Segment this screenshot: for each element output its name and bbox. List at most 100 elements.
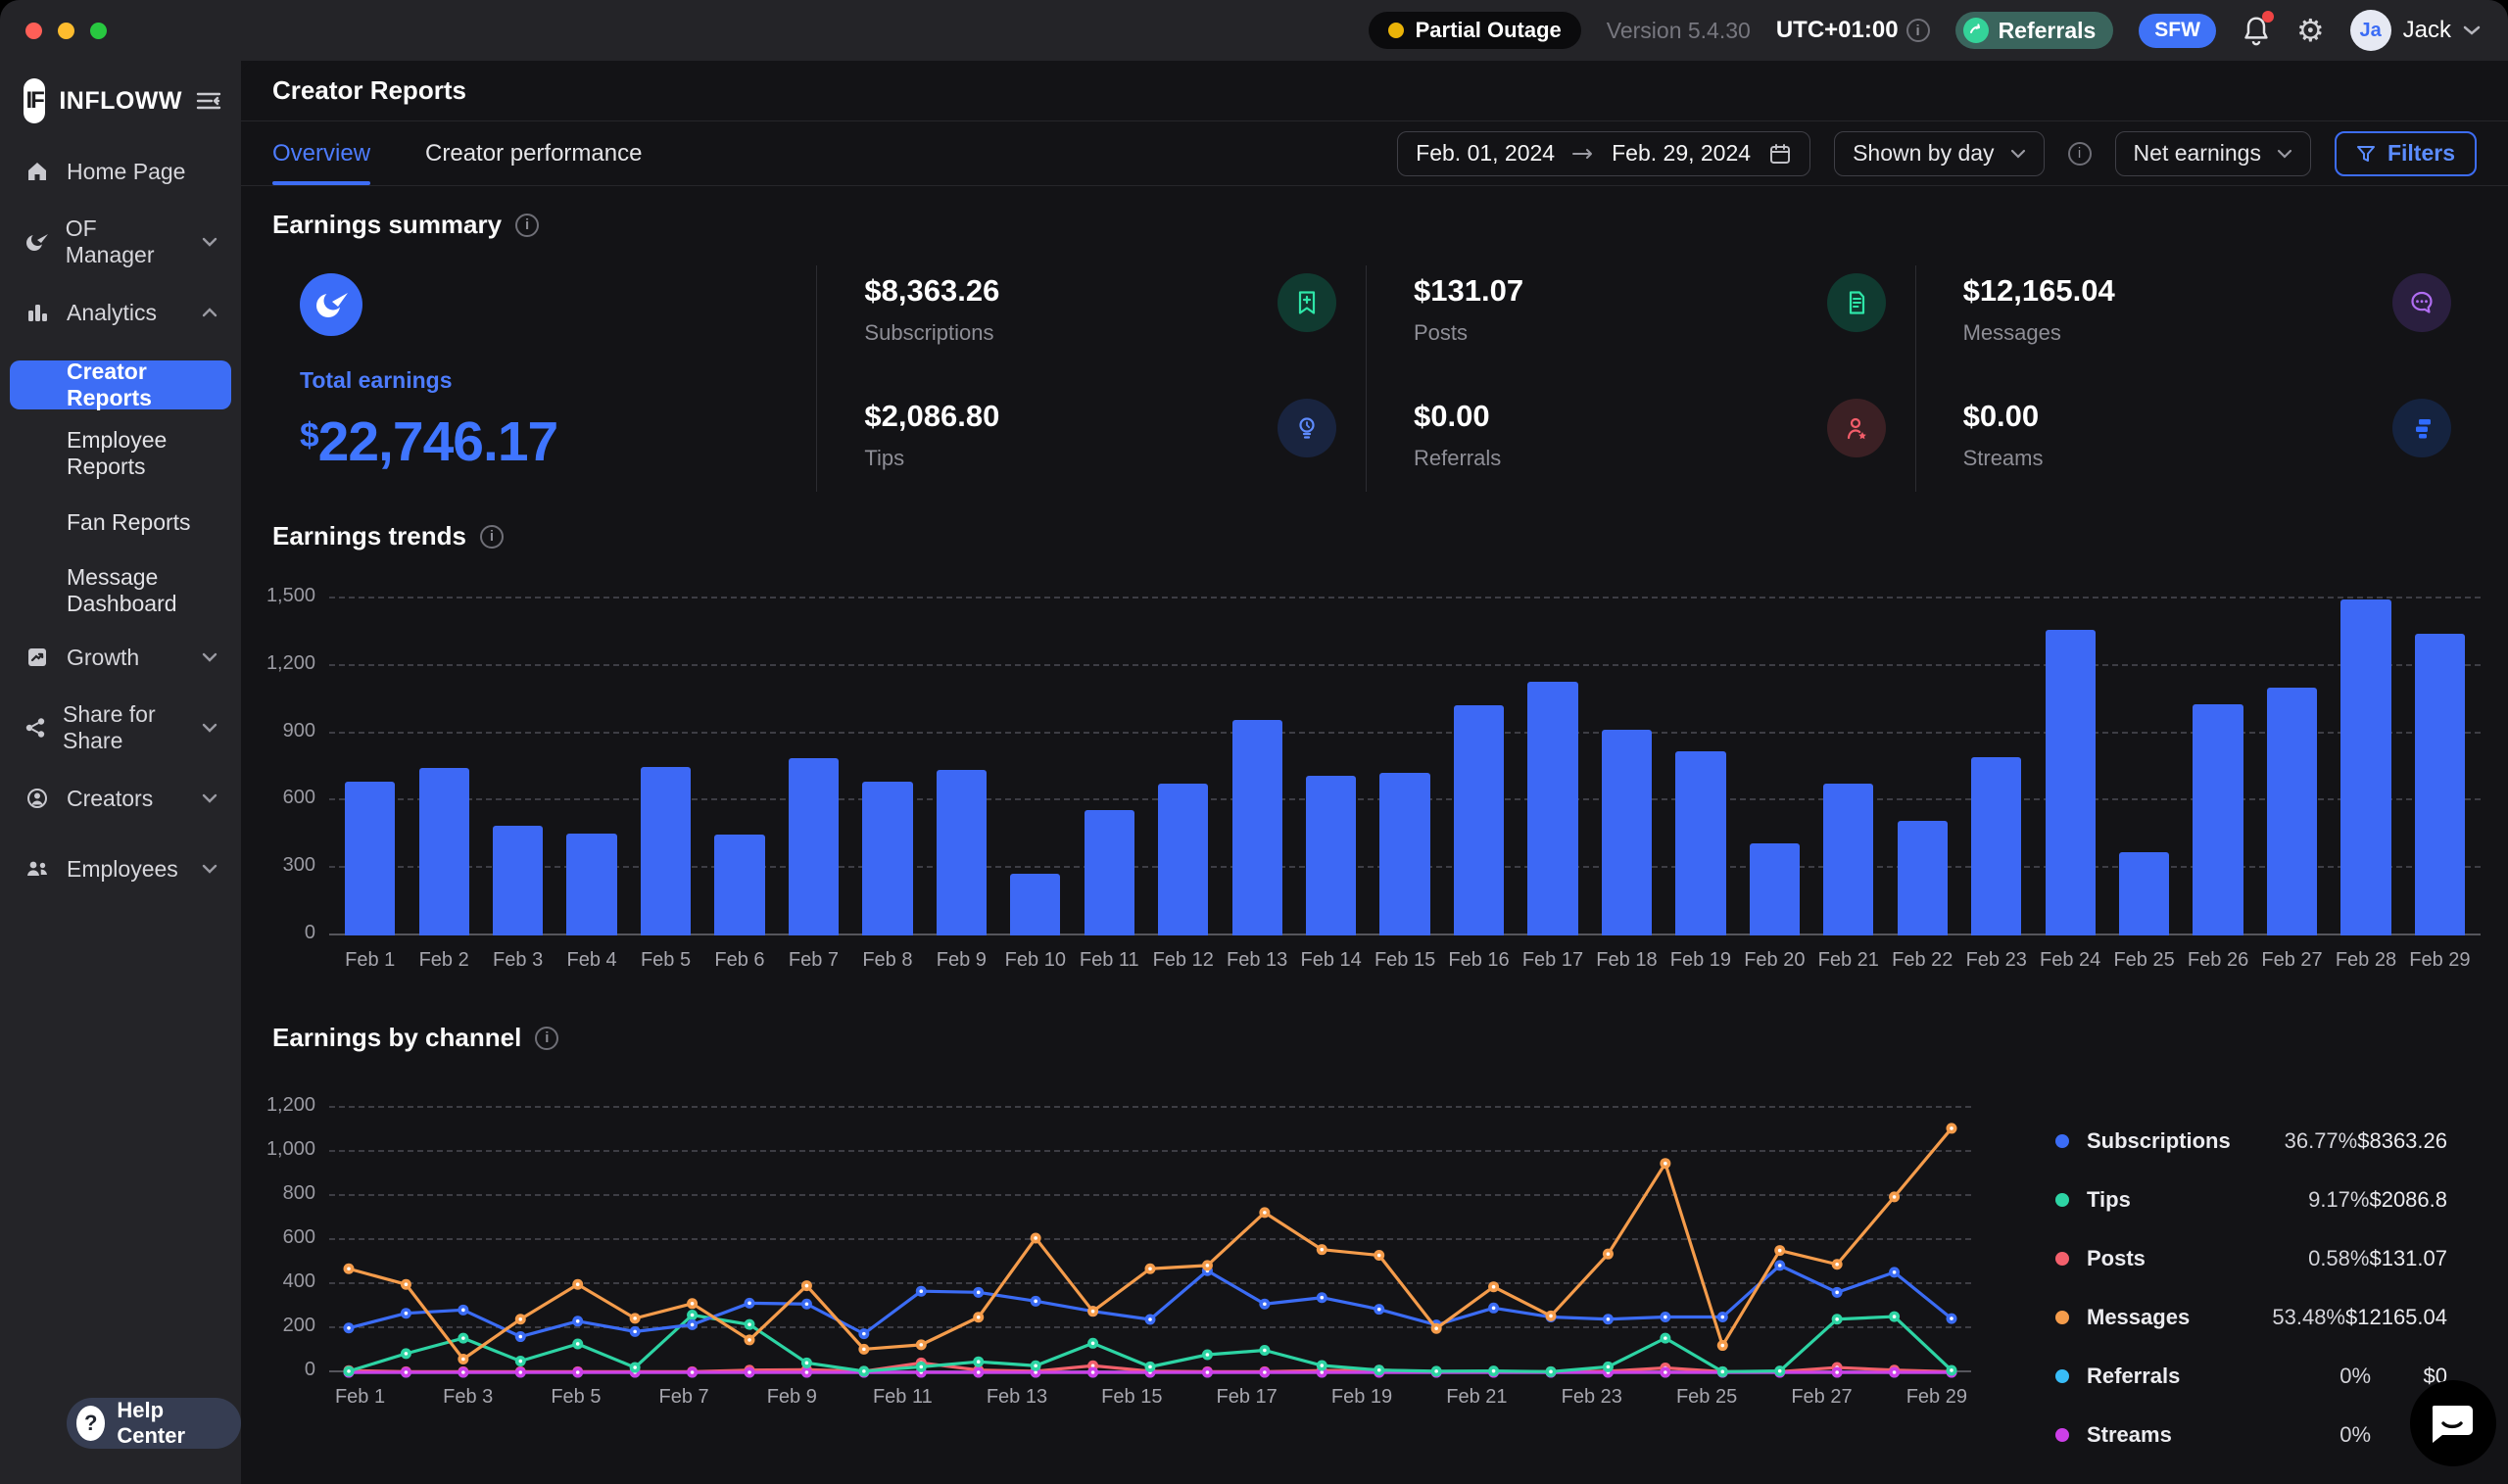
bar-feb-8[interactable] bbox=[862, 782, 912, 935]
sidebar-item-fan-reports[interactable]: Fan Reports bbox=[10, 498, 231, 547]
bar-slot bbox=[629, 598, 702, 935]
sidebar-item-share-for-share[interactable]: Share for Share bbox=[10, 705, 231, 750]
settings-gear-icon[interactable]: ⚙ bbox=[2296, 15, 2325, 46]
legend-name: Subscriptions bbox=[2087, 1128, 2254, 1154]
sidebar-collapse-icon[interactable] bbox=[196, 90, 221, 112]
filters-button[interactable]: Filters bbox=[2335, 131, 2477, 176]
bar-feb-3[interactable] bbox=[493, 826, 543, 935]
bar-feb-5[interactable] bbox=[641, 767, 691, 935]
point-center-dot bbox=[1492, 1285, 1496, 1289]
bar-feb-9[interactable] bbox=[937, 770, 987, 935]
legend-row-messages[interactable]: Messages53.48%$12165.04 bbox=[2055, 1288, 2447, 1347]
point-center-dot bbox=[748, 1322, 751, 1326]
help-center-button[interactable]: ? Help Center bbox=[67, 1398, 241, 1449]
bar-feb-17[interactable] bbox=[1527, 682, 1577, 935]
point-center-dot bbox=[1091, 1342, 1095, 1346]
sidebar-item-employee-reports[interactable]: Employee Reports bbox=[10, 429, 231, 478]
sidebar-item-employees[interactable]: Employees bbox=[10, 846, 231, 891]
bar-chart-plot[interactable]: 03006009001,2001,500 bbox=[329, 598, 2481, 935]
stat-value: $0.00 bbox=[1414, 399, 1501, 434]
system-status-badge[interactable]: Partial Outage bbox=[1369, 12, 1581, 49]
date-range-picker[interactable]: Feb. 01, 2024 Feb. 29, 2024 bbox=[1397, 131, 1810, 176]
user-menu[interactable]: Ja Jack bbox=[2350, 10, 2481, 51]
bar-feb-11[interactable] bbox=[1085, 810, 1134, 935]
sidebar-item-creator-reports[interactable]: Creator Reports bbox=[10, 360, 231, 409]
bar-xlabel-16: Feb 17 bbox=[1516, 949, 1589, 972]
bar-feb-26[interactable] bbox=[2193, 704, 2243, 935]
app-window: Partial Outage Version 5.4.30 UTC+01:00 … bbox=[0, 0, 2508, 1484]
point-center-dot bbox=[1377, 1254, 1381, 1258]
close-window-button[interactable] bbox=[25, 23, 42, 39]
bar-feb-10[interactable] bbox=[1010, 874, 1060, 935]
metric-select[interactable]: Net earnings bbox=[2115, 131, 2311, 176]
bar-feb-22[interactable] bbox=[1898, 821, 1948, 935]
bar-xlabel-2: Feb 3 bbox=[481, 949, 555, 972]
bar-feb-21[interactable] bbox=[1823, 784, 1873, 935]
bar-feb-7[interactable] bbox=[789, 758, 839, 935]
sidebar-item-message-dashboard[interactable]: Message Dashboard bbox=[10, 566, 231, 615]
bar-feb-18[interactable] bbox=[1602, 730, 1652, 935]
bar-feb-6[interactable] bbox=[714, 835, 764, 935]
legend-row-streams[interactable]: Streams0%$0 bbox=[2055, 1406, 2447, 1464]
referrals-button[interactable]: Referrals bbox=[1955, 12, 2114, 49]
shown-by-select[interactable]: Shown by day bbox=[1834, 131, 2044, 176]
bar-feb-23[interactable] bbox=[1971, 757, 2021, 935]
notifications-button[interactable] bbox=[2242, 15, 2271, 46]
sfw-toggle[interactable]: SFW bbox=[2139, 14, 2216, 48]
bar-feb-29[interactable] bbox=[2415, 634, 2465, 935]
point-center-dot bbox=[347, 1369, 351, 1373]
point-center-dot bbox=[862, 1348, 866, 1352]
legend-row-referrals[interactable]: Referrals0%$0 bbox=[2055, 1347, 2447, 1406]
minimize-window-button[interactable] bbox=[58, 23, 74, 39]
summary-info-icon[interactable] bbox=[515, 214, 539, 237]
bar-feb-19[interactable] bbox=[1675, 751, 1725, 935]
referrals-arrow-icon bbox=[1963, 18, 1989, 43]
chevron-down-icon bbox=[2277, 149, 2292, 159]
line-xlabel-26: Feb 27 bbox=[1791, 1386, 1852, 1409]
line-chart-svg[interactable] bbox=[329, 1108, 1971, 1372]
line-xlabel-19 bbox=[1392, 1386, 1446, 1409]
point-center-dot bbox=[1148, 1267, 1152, 1270]
bar-feb-15[interactable] bbox=[1379, 773, 1429, 935]
bar-feb-12[interactable] bbox=[1158, 784, 1208, 935]
bar-feb-2[interactable] bbox=[419, 768, 469, 935]
tab-overview[interactable]: Overview bbox=[272, 121, 370, 185]
tab-creator-performance[interactable]: Creator performance bbox=[425, 121, 642, 185]
legend-row-subscriptions[interactable]: Subscriptions36.77%$8363.26 bbox=[2055, 1112, 2447, 1171]
sidebar-item-creators[interactable]: Creators bbox=[10, 776, 231, 821]
window-controls bbox=[0, 23, 107, 39]
bar-feb-13[interactable] bbox=[1232, 720, 1282, 935]
line-chart-plot[interactable]: 02004006008001,0001,200 bbox=[329, 1108, 1971, 1372]
sidebar-item-analytics[interactable]: Analytics bbox=[10, 290, 231, 335]
bar-feb-28[interactable] bbox=[2340, 599, 2390, 935]
bar-feb-27[interactable] bbox=[2267, 688, 2317, 935]
sidebar-item-growth[interactable]: Growth bbox=[10, 635, 231, 680]
point-center-dot bbox=[576, 1282, 580, 1286]
line-ytick-1200: 1,200 bbox=[266, 1094, 315, 1117]
bar-slot bbox=[1368, 598, 1441, 935]
bar-feb-20[interactable] bbox=[1750, 843, 1800, 935]
bar-feb-1[interactable] bbox=[345, 782, 395, 935]
bar-xlabel-9: Feb 10 bbox=[998, 949, 1072, 972]
bar-feb-16[interactable] bbox=[1454, 705, 1504, 935]
point-center-dot bbox=[691, 1323, 695, 1327]
people-icon bbox=[24, 857, 51, 881]
trends-info-icon[interactable] bbox=[480, 525, 504, 549]
line-series-subscriptions[interactable] bbox=[349, 1266, 1952, 1337]
bar-ytick-900: 900 bbox=[283, 720, 315, 742]
bar-feb-14[interactable] bbox=[1306, 776, 1356, 935]
bar-feb-4[interactable] bbox=[566, 834, 616, 935]
chat-launcher-button[interactable] bbox=[2410, 1380, 2496, 1466]
shown-by-info-icon[interactable] bbox=[2068, 142, 2092, 166]
sidebar-item-home[interactable]: Home Page bbox=[10, 149, 231, 194]
legend-row-posts[interactable]: Posts0.58%$131.07 bbox=[2055, 1229, 2447, 1288]
point-center-dot bbox=[1377, 1308, 1381, 1312]
sidebar-item-of-manager[interactable]: OF Manager bbox=[10, 219, 231, 264]
bar-feb-25[interactable] bbox=[2119, 852, 2169, 935]
legend-row-tips[interactable]: Tips9.17%$2086.8 bbox=[2055, 1171, 2447, 1229]
bar-feb-24[interactable] bbox=[2046, 630, 2096, 935]
maximize-window-button[interactable] bbox=[90, 23, 107, 39]
timezone-info-icon[interactable] bbox=[1906, 19, 1930, 42]
channel-info-icon[interactable] bbox=[535, 1027, 558, 1050]
point-center-dot bbox=[576, 1342, 580, 1346]
